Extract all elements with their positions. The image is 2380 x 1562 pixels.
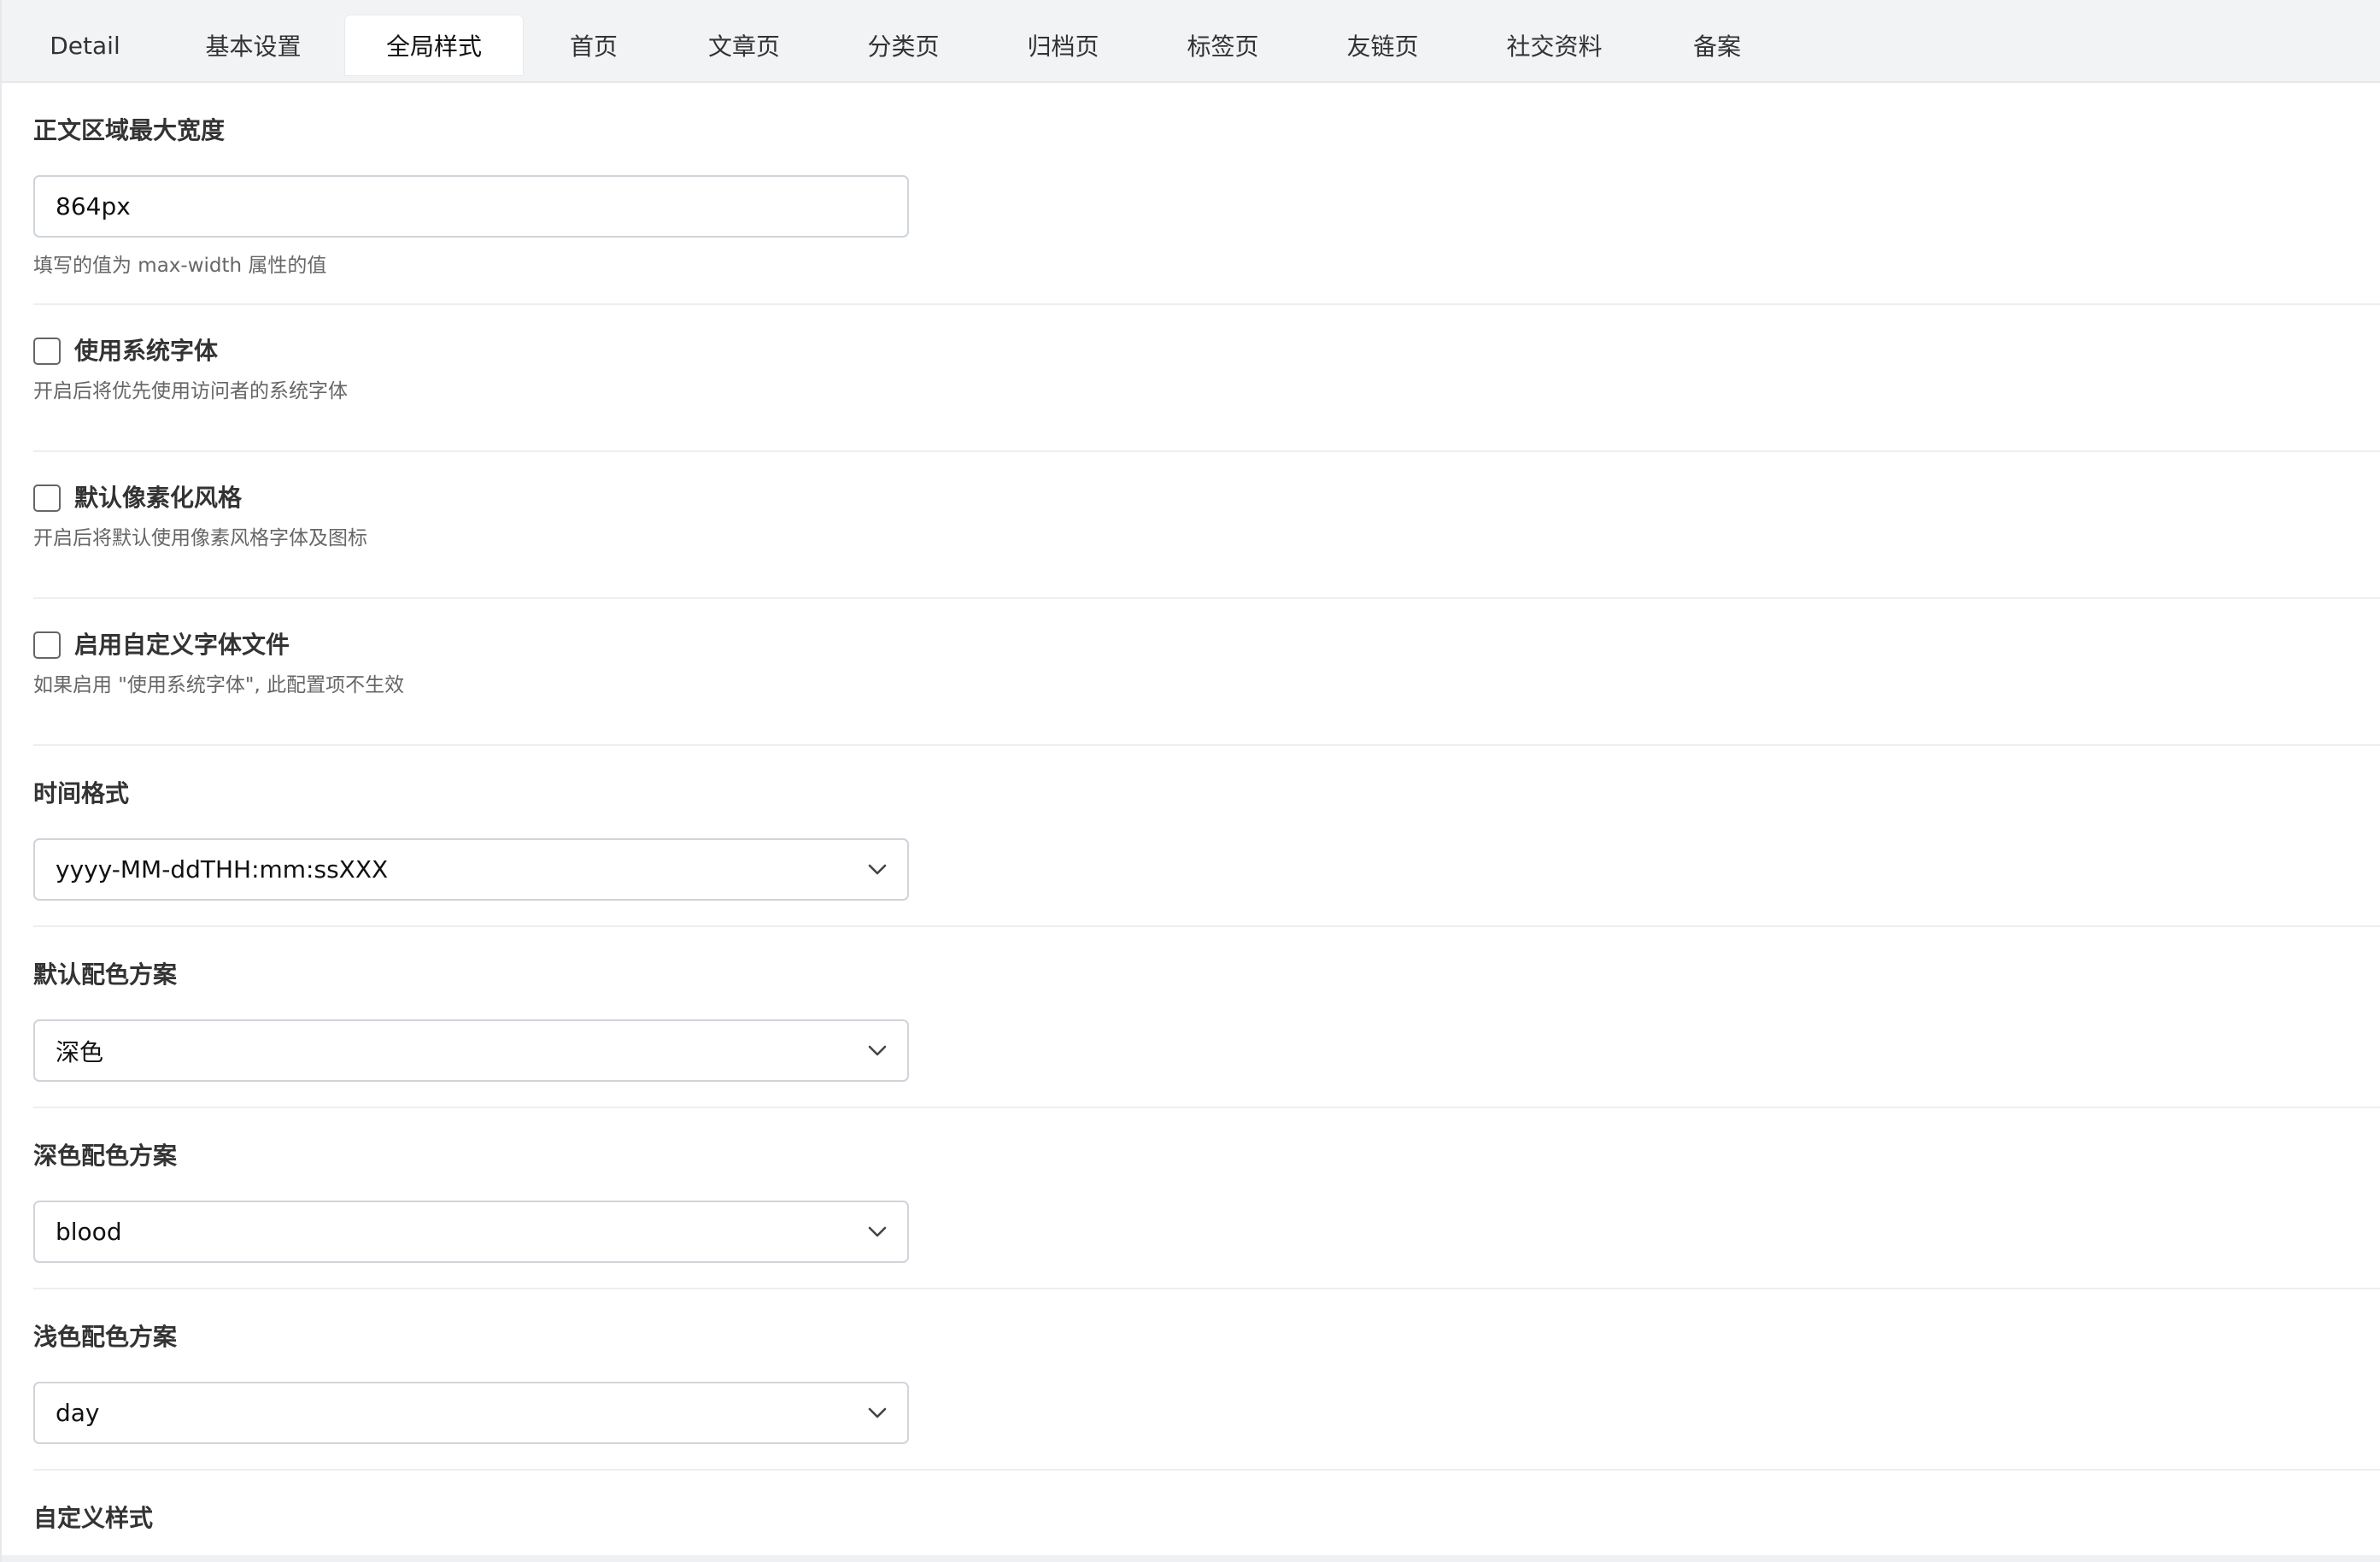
chevron-down-icon	[868, 1226, 887, 1236]
field-label: 正文区域最大宽度	[33, 116, 226, 144]
field-label: 时间格式	[33, 779, 130, 807]
tab-archive[interactable]: 归档页	[983, 15, 1143, 75]
select-value: 深色	[56, 1037, 104, 1066]
field-hint: 开启后将默认使用像素风格字体及图标	[33, 527, 367, 549]
chevron-down-icon	[868, 1407, 887, 1418]
field-custom-font: 启用自定义字体文件 如果启用 "使用系统字体", 此配置项不生效	[33, 599, 2380, 746]
field-pixel-style: 默认像素化风格 开启后将默认使用像素风格字体及图标	[33, 452, 2380, 599]
system-font-checkbox[interactable]	[33, 338, 61, 365]
check-row: 使用系统字体	[33, 305, 2380, 365]
chevron-down-icon	[868, 1045, 887, 1055]
field-hint: 如果启用 "使用系统字体", 此配置项不生效	[33, 674, 405, 696]
default-scheme-select[interactable]: 深色	[33, 1019, 909, 1082]
tab-basic-settings[interactable]: 基本设置	[161, 15, 345, 75]
field-hint: 填写的值为 max-width 属性的值	[33, 255, 327, 277]
field-dark-scheme: 深色配色方案 blood	[33, 1108, 2380, 1289]
tab-social[interactable]: 社交资料	[1463, 15, 1646, 75]
field-default-scheme: 默认配色方案 深色	[33, 927, 2380, 1108]
light-scheme-select[interactable]: day	[33, 1382, 909, 1444]
dark-scheme-select[interactable]: blood	[33, 1201, 909, 1263]
field-label: 深色配色方案	[33, 1142, 178, 1170]
field-custom-style: 自定义样式	[33, 1471, 2380, 1562]
settings-form: 正文区域最大宽度 填写的值为 max-width 属性的值 使用系统字体 开启后…	[2, 83, 2380, 1562]
tab-category[interactable]: 分类页	[824, 15, 983, 75]
checkbox-label: 默认像素化风格	[74, 484, 243, 512]
tab-home[interactable]: 首页	[523, 15, 665, 75]
field-label: 自定义样式	[33, 1504, 154, 1532]
tab-tags[interactable]: 标签页	[1143, 15, 1303, 75]
settings-tab-bar: Detail 基本设置 全局样式 首页 文章页 分类页 归档页 标签页 友链页 …	[2, 0, 2380, 83]
settings-page: Detail 基本设置 全局样式 首页 文章页 分类页 归档页 标签页 友链页 …	[0, 0, 2380, 1562]
select-value: yyyy-MM-ddTHH:mm:ssXXX	[56, 855, 389, 884]
field-time-format: 时间格式 yyyy-MM-ddTHH:mm:ssXXX	[33, 746, 2380, 927]
pixel-style-checkbox[interactable]	[33, 484, 61, 512]
checkbox-label: 启用自定义字体文件	[74, 631, 290, 659]
field-hint: 开启后将优先使用访问者的系统字体	[33, 380, 348, 402]
select-value: day	[56, 1399, 100, 1427]
tab-links[interactable]: 友链页	[1303, 15, 1463, 75]
custom-font-checkbox[interactable]	[33, 631, 61, 659]
field-max-width: 正文区域最大宽度 填写的值为 max-width 属性的值	[33, 83, 2380, 305]
time-format-select[interactable]: yyyy-MM-ddTHH:mm:ssXXX	[33, 838, 909, 901]
check-row: 启用自定义字体文件	[33, 599, 2380, 659]
max-width-input[interactable]	[33, 175, 909, 238]
tab-article[interactable]: 文章页	[665, 15, 824, 75]
check-row: 默认像素化风格	[33, 452, 2380, 512]
field-light-scheme: 浅色配色方案 day	[33, 1289, 2380, 1471]
field-label: 浅色配色方案	[33, 1323, 178, 1351]
scroll-edge-shade	[2, 1555, 2380, 1562]
field-label: 默认配色方案	[33, 960, 178, 989]
tab-detail[interactable]: Detail	[9, 15, 161, 75]
field-system-font: 使用系统字体 开启后将优先使用访问者的系统字体	[33, 305, 2380, 452]
select-value: blood	[56, 1218, 122, 1246]
tab-global-style[interactable]: 全局样式	[345, 15, 523, 75]
checkbox-label: 使用系统字体	[74, 337, 219, 365]
chevron-down-icon	[868, 864, 887, 874]
tab-icp[interactable]: 备案	[1646, 15, 1788, 75]
